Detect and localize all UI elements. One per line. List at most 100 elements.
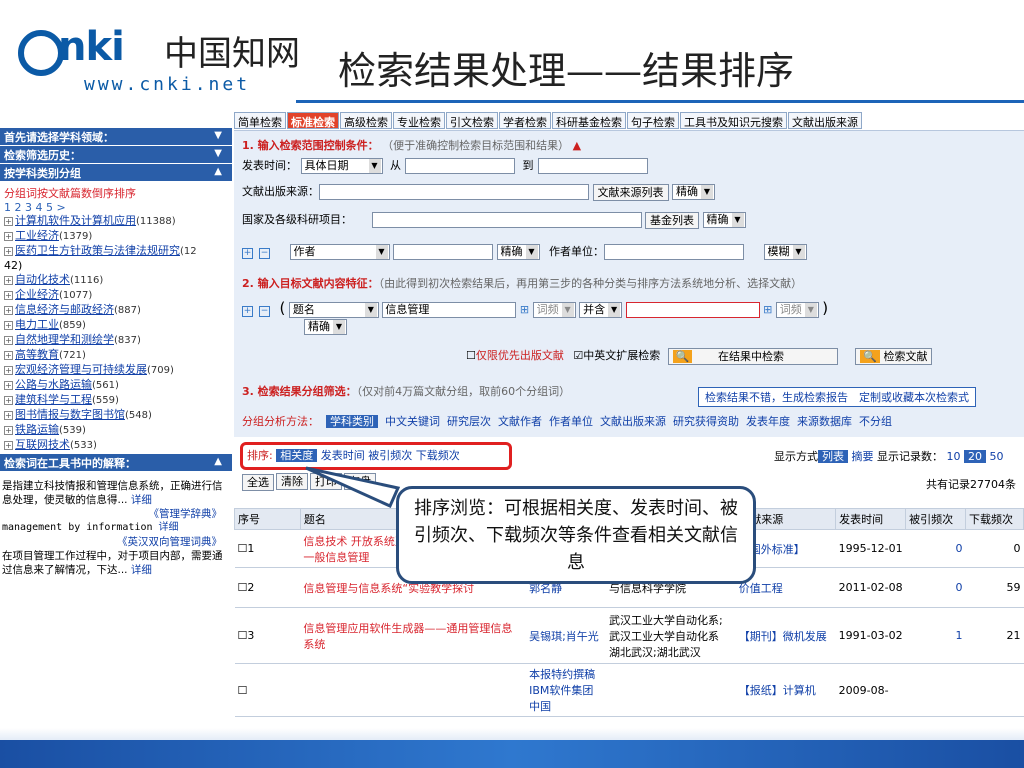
tab-6[interactable]: 科研基金检索 [552,112,626,129]
author-input[interactable] [393,244,493,260]
display-summary[interactable]: 摘要 [852,450,874,463]
row-number[interactable]: ☐ [234,663,301,717]
sidebar-header-explain[interactable]: 检索词在工具书中的解释： ▲ [0,454,232,471]
group-option[interactable]: 学科类别 [326,415,378,428]
report-box[interactable]: 检索结果不错，生成检索报告 定制或收藏本次检索式 [698,387,976,407]
sort-cited[interactable]: 被引频次 [368,449,412,462]
category-item[interactable]: + 宏观经济管理与可持续发展(709) [0,363,232,378]
group-option[interactable]: 中文关键词 [385,415,440,428]
category-item[interactable]: + 信息经济与邮政经济(887) [0,303,232,318]
category-item[interactable]: + 自然地理学和测绘学(837) [0,333,232,348]
tab-4[interactable]: 引文检索 [446,112,498,129]
category-item[interactable]: + 建筑科学与工程(559) [0,393,232,408]
tab-8[interactable]: 工具书及知识元搜索 [680,112,787,129]
select-all-button[interactable]: 全选 [242,474,274,491]
column-header[interactable]: 被引频次 [905,508,967,530]
sidebar-header-subject[interactable]: 首先请选择学科领域： ▼ [0,128,232,145]
category-link[interactable]: 互联网技术 [15,438,70,451]
cross-lang-checkbox[interactable]: ☑ [573,349,583,362]
fund-exact-select[interactable]: 精确 [702,212,746,228]
sidebar-header-group[interactable]: 按学科类别分组 ▲ [0,164,232,181]
group-option[interactable]: 文献出版来源 [600,415,666,428]
cited-cell[interactable]: 0 [905,567,966,608]
sort-pubtime[interactable]: 发表时间 [321,449,365,462]
checkbox[interactable]: ☐ [238,629,248,642]
group-option[interactable]: 不分组 [859,415,892,428]
source-link[interactable]: 价值工程 [739,582,783,595]
tab-3[interactable]: 专业检索 [393,112,445,129]
group-option[interactable]: 发表年度 [746,415,790,428]
field-select[interactable]: 题名 [288,302,379,318]
date-to-input[interactable] [537,158,648,174]
source-link[interactable]: 【报纸】计算机 [739,684,816,697]
category-item[interactable]: + 互联网技术(533) [0,438,232,453]
tab-7[interactable]: 句子检索 [627,112,679,129]
sort-relevance[interactable]: 相关度 [276,449,318,462]
tab-1[interactable]: 标准检索 [287,112,339,129]
title-link[interactable]: 信息管理应用软件生成器——通用管理信息系统 [303,622,512,651]
category-item[interactable]: + 计算机软件及计算机应用(11388) [0,214,232,229]
checkbox[interactable]: ☐ [238,684,248,697]
priority-checkbox[interactable]: ☐ [466,349,476,362]
expand-icon[interactable]: + [4,217,13,226]
source-link[interactable]: 【期刊】微机发展 [739,630,827,643]
tab-2[interactable]: 高级检索 [340,112,392,129]
category-link[interactable]: 高等教育 [15,348,59,361]
cited-cell[interactable]: 0 [905,529,966,568]
plus-icon[interactable]: + [242,306,253,317]
category-link[interactable]: 工业经济 [15,229,59,242]
category-link[interactable]: 信息经济与邮政经济 [15,303,114,316]
tab-0[interactable]: 简单检索 [234,112,286,129]
category-link[interactable]: 宏观经济管理与可持续发展 [15,363,147,376]
category-item[interactable]: + 医药卫生方针政策与法律法规研究(12 [0,244,232,259]
expand-icon[interactable]: + [4,351,13,360]
expand-icon[interactable]: + [4,426,13,435]
category-link[interactable]: 自动化技术 [15,273,70,286]
category-link[interactable]: 图书情报与数字图书馆 [15,408,125,421]
category-link[interactable]: 企业经济 [15,288,59,301]
table-row[interactable]: ☐ 本报特约撰稿 IBM软件集团中国 【报纸】计算机 2009-08- [234,663,1024,717]
freq-select-2[interactable]: 词频 [775,302,819,318]
author-link[interactable]: 本报特约撰稿 IBM软件集团中国 [529,668,595,713]
category-link[interactable]: 医药卫生方针政策与法律法规研究 [15,244,180,257]
row-number[interactable]: ☐1 [234,529,301,568]
category-item[interactable]: + 高等教育(721) [0,348,232,363]
word-freq-icon[interactable]: ⊞ [520,303,529,316]
category-item[interactable]: + 图书情报与数字图书馆(548) [0,408,232,423]
plus-icon[interactable]: + [242,248,253,259]
detail-link[interactable]: 详细 [131,494,152,506]
sidebar-header-history[interactable]: 检索筛选历史： ▼ [0,146,232,163]
source-1[interactable]: 《管理学辞典》 [0,507,232,521]
count-20[interactable]: 20 [964,450,986,463]
expand-icon[interactable]: + [4,276,13,285]
word-freq-icon-2[interactable]: ⊞ [763,303,772,316]
collapse-icon[interactable]: ▲ [573,139,581,152]
search-in-results-button[interactable]: 🔍 在结果中检索 [667,347,838,365]
category-item[interactable]: + 自动化技术(1116) [0,273,232,288]
term-input[interactable]: 信息管理 [382,302,517,318]
term-exact-select[interactable]: 精确 [304,319,347,335]
author-field-select[interactable]: 作者 [289,244,390,260]
expand-icon[interactable]: + [4,306,13,315]
cited-cell[interactable] [905,663,966,717]
category-link[interactable]: 公路与水路运输 [15,378,92,391]
expand-icon[interactable]: + [4,291,13,300]
source-input[interactable] [319,184,589,200]
expand-icon[interactable]: + [4,411,13,420]
expand-icon[interactable]: + [4,247,13,256]
fund-list-button[interactable]: 基金列表 [645,211,699,229]
group-option[interactable]: 作者单位 [549,415,593,428]
row-number[interactable]: ☐2 [234,567,301,608]
source-list-button[interactable]: 文献来源列表 [592,183,669,201]
category-item[interactable]: + 企业经济(1077) [0,288,232,303]
expand-icon[interactable]: + [4,441,13,450]
category-link[interactable]: 计算机软件及计算机应用 [15,214,136,227]
pagination[interactable]: 1 2 3 4 5 > [0,201,232,214]
expand-icon[interactable]: + [4,381,13,390]
column-header[interactable]: 发表时间 [835,508,907,530]
tab-5[interactable]: 学者检索 [499,112,551,129]
count-50[interactable]: 50 [990,450,1004,463]
checkbox[interactable]: ☐ [238,581,248,594]
category-link[interactable]: 铁路运输 [15,423,59,436]
detail-link[interactable]: 详细 [159,522,179,533]
